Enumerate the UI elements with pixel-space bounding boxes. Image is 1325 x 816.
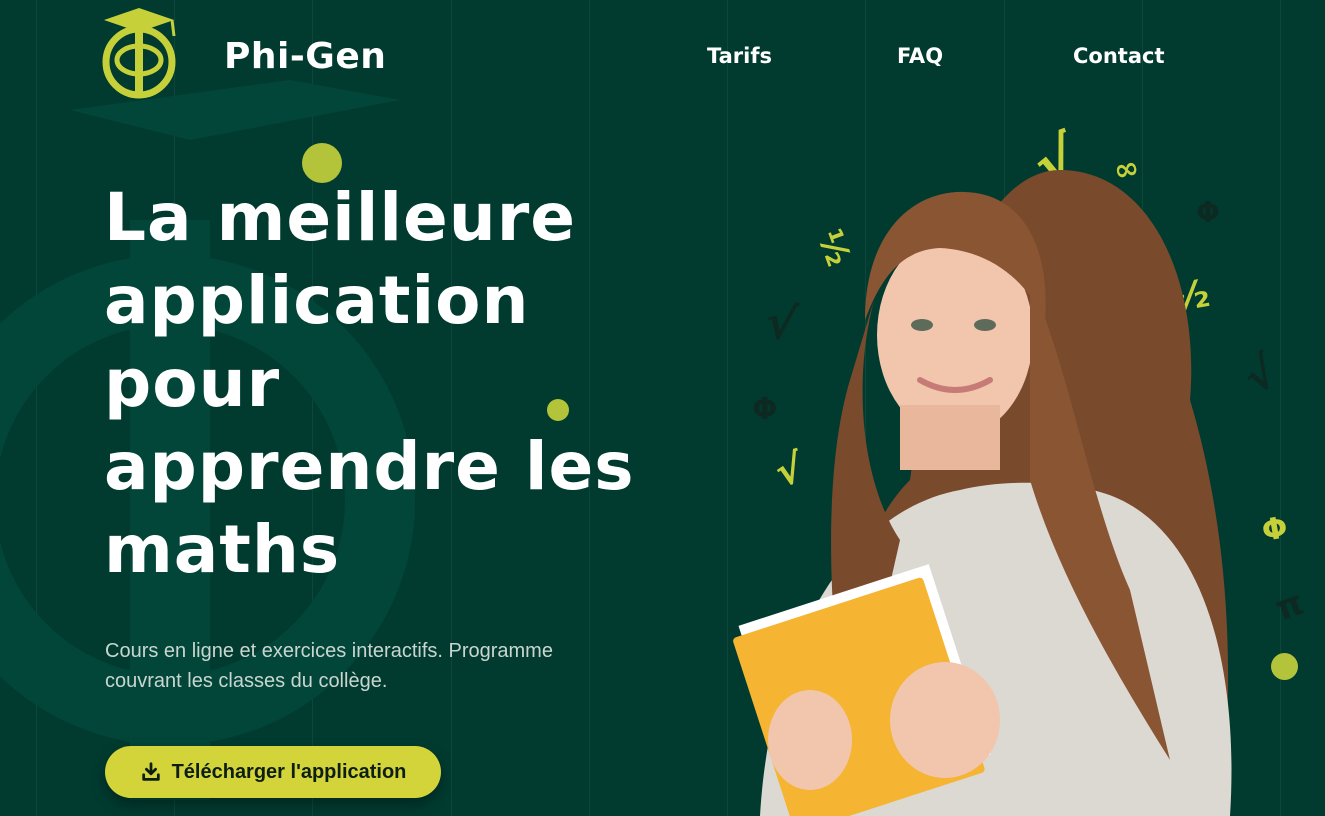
download-app-button[interactable]: Télécharger l'application bbox=[105, 746, 441, 798]
hero-title-line: maths bbox=[104, 511, 341, 588]
download-icon bbox=[141, 762, 160, 781]
hero-student-photo bbox=[733, 170, 1232, 816]
nav-link-tarifs[interactable]: Tarifs bbox=[707, 44, 772, 68]
hero-title-line: La meilleure bbox=[104, 179, 577, 256]
nav-link-faq[interactable]: FAQ bbox=[897, 44, 943, 68]
hero-title-line: application bbox=[104, 262, 530, 339]
brand-name[interactable]: Phi-Gen bbox=[224, 36, 386, 77]
hero-title-line: pour bbox=[104, 345, 281, 422]
hero-title: La meilleure application pour apprendre … bbox=[104, 176, 704, 591]
download-app-label: Télécharger l'application bbox=[171, 760, 407, 783]
hero-subtitle: Cours en ligne et exercices interactifs.… bbox=[105, 640, 553, 692]
hero-title-line: apprendre les bbox=[104, 428, 635, 505]
logo-graduation-phi-icon[interactable] bbox=[98, 4, 180, 100]
nav-link-contact[interactable]: Contact bbox=[1073, 44, 1165, 68]
